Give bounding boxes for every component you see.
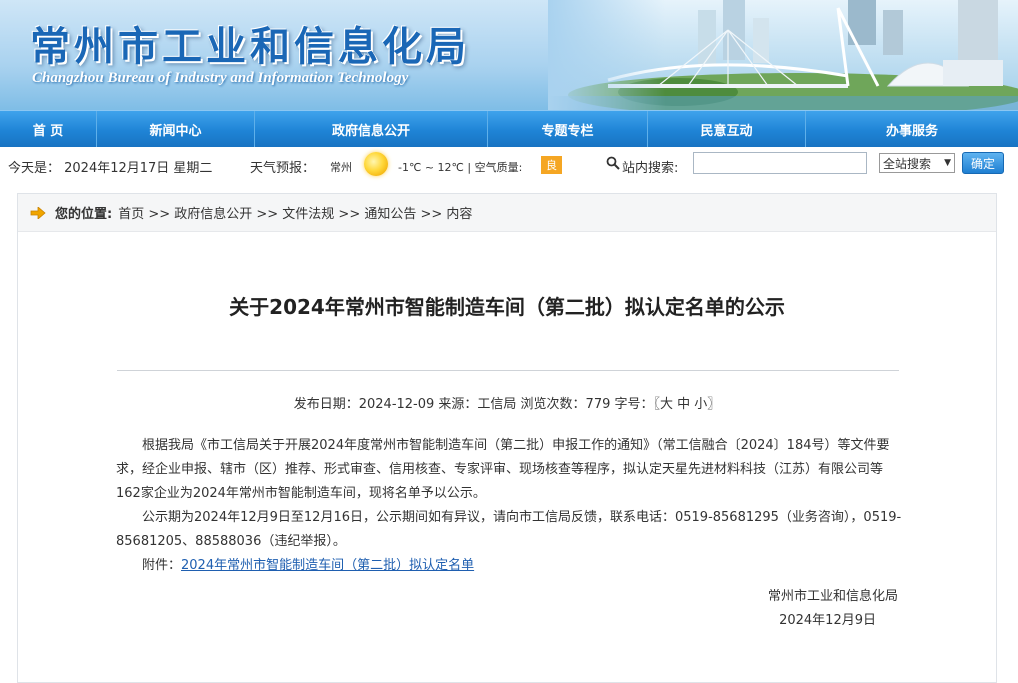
- breadcrumb: 您的位置: 首页 >> 政府信息公开 >> 文件法规 >> 通知公告 >> 内容: [18, 194, 996, 232]
- nav-services[interactable]: 办事服务: [806, 111, 1018, 148]
- nav-gov-info[interactable]: 政府信息公开: [255, 111, 488, 148]
- weather-city: 常州: [330, 161, 352, 174]
- nav-news[interactable]: 新闻中心: [97, 111, 255, 148]
- weather-temperature: -1℃ ~ 12℃ | 空气质量:: [398, 161, 523, 174]
- article-paragraph: 根据我局《市工信局关于开展2024年度常州市智能制造车间（第二批）申报工作的通知…: [116, 438, 890, 501]
- nav-home[interactable]: 首 页: [0, 111, 97, 148]
- chevron-down-icon: ▼: [944, 158, 951, 168]
- breadcrumb-path[interactable]: 首页 >> 政府信息公开 >> 文件法规 >> 通知公告 >> 内容: [118, 203, 472, 222]
- weather-label: 天气预报：: [250, 161, 316, 176]
- article-body: 根据我局《市工信局关于开展2024年度常州市智能制造车间（第二批）申报工作的通知…: [116, 434, 902, 578]
- sunny-icon: [364, 152, 388, 176]
- site-subtitle: Changzhou Bureau of Industry and Informa…: [32, 70, 409, 86]
- attachment-link[interactable]: 2024年常州市智能制造车间（第二批）拟认定名单: [181, 558, 474, 573]
- today-date: 今天是： 2024年12月17日 星期二: [8, 161, 213, 176]
- arrow-right-icon: [30, 206, 46, 219]
- article-meta: 发布日期：2024-12-09 来源：工信局 浏览次数：779 字号：〖大 中 …: [293, 397, 721, 412]
- site-banner: 常州市工业和信息化局 Changzhou Bureau of Industry …: [0, 0, 1018, 110]
- site-title: 常州市工业和信息化局: [30, 24, 470, 70]
- article-paragraph: 公示期为2024年12月9日至12月16日，公示期间如有异议，请向市工信局反馈，…: [116, 510, 902, 549]
- attachment-label: 附件：: [142, 558, 182, 573]
- content-panel: 您的位置: 首页 >> 政府信息公开 >> 文件法规 >> 通知公告 >> 内容…: [17, 193, 997, 683]
- attachment-line: 附件：2024年常州市智能制造车间（第二批）拟认定名单: [116, 554, 902, 578]
- issuer-name: 常州市工业和信息化局: [767, 589, 898, 604]
- search-icon: [606, 156, 620, 170]
- title-divider: [117, 370, 899, 371]
- search-submit-button[interactable]: 确定: [962, 152, 1004, 174]
- search-scope-select[interactable]: 全站搜索 ▼: [879, 153, 955, 173]
- search-scope-value: 全站搜索: [883, 156, 932, 171]
- city-bridge-illustration: [548, 0, 1018, 110]
- info-bar: 今天是： 2024年12月17日 星期二 天气预报： 常州 -1℃ ~ 12℃ …: [0, 147, 1018, 183]
- article-signature: 常州市工业和信息化局 2024年12月9日: [768, 585, 898, 633]
- nav-topics[interactable]: 专题专栏: [488, 111, 648, 148]
- air-quality-badge: 良: [541, 156, 562, 174]
- breadcrumb-lead: 您的位置:: [55, 207, 113, 222]
- nav-interaction[interactable]: 民意互动: [648, 111, 806, 148]
- main-nav: 首 页 新闻中心 政府信息公开 专题专栏 民意互动 办事服务: [0, 110, 1018, 148]
- article-title: 关于2024年常州市智能制造车间（第二批）拟认定名单的公示: [229, 295, 785, 319]
- issue-date: 2024年12月9日: [779, 613, 876, 628]
- search-label: 站内搜索:: [622, 161, 679, 176]
- site-search-input[interactable]: [693, 152, 867, 174]
